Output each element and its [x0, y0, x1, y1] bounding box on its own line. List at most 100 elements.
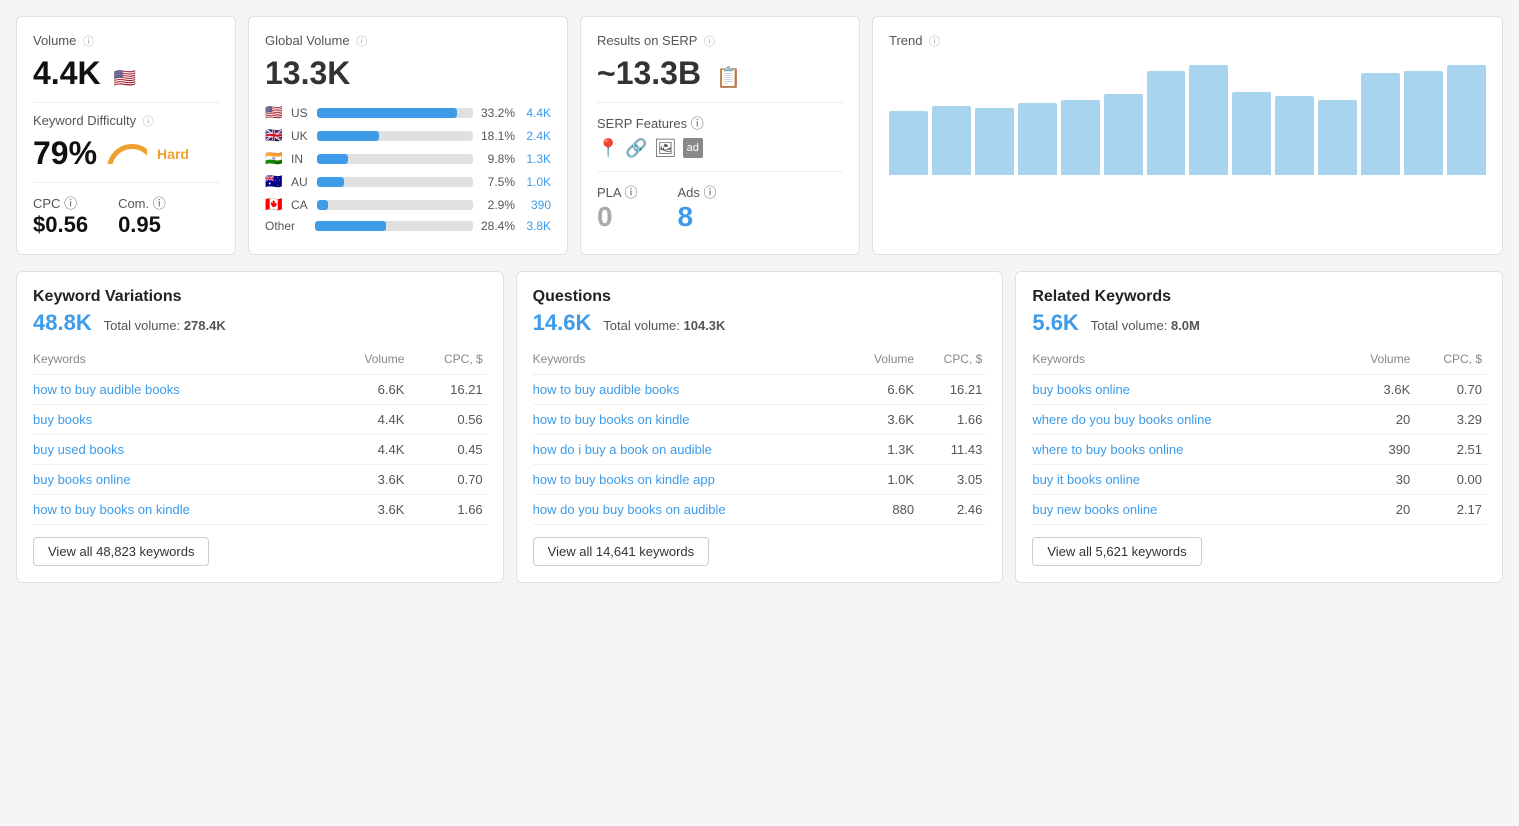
location-icon: 📍	[597, 138, 619, 159]
volume-cell: 30	[1340, 465, 1414, 495]
trend-info-icon[interactable]: ⓘ	[929, 36, 940, 48]
keyword-link[interactable]: how to buy audible books	[33, 382, 180, 397]
keyword-link[interactable]: buy books	[33, 412, 92, 427]
serp-divider	[597, 102, 843, 103]
keyword-link[interactable]: how to buy books on kindle	[533, 412, 690, 427]
keyword-cell: where to buy books online	[1032, 435, 1340, 465]
country-flag: 🇮🇳	[265, 150, 285, 167]
volume-cell: 3.6K	[1340, 375, 1414, 405]
com-info-icon[interactable]: ⓘ	[153, 196, 166, 211]
keyword-cell: how to buy audible books	[33, 375, 328, 405]
keyword-link[interactable]: how do i buy a book on audible	[533, 442, 712, 457]
com-label: Com. ⓘ	[118, 193, 166, 212]
trend-bar	[1189, 65, 1228, 175]
questions-table: Keywords Volume CPC, $ how to buy audibl…	[533, 348, 987, 525]
keyword-link[interactable]: buy used books	[33, 442, 124, 457]
related-view-all-button[interactable]: View all 5,621 keywords	[1032, 537, 1201, 566]
keyword-link[interactable]: buy books online	[33, 472, 131, 487]
country-vol: 2.4K	[521, 129, 551, 143]
volume-cell: 3.6K	[328, 465, 409, 495]
country-vol: 4.4K	[521, 106, 551, 120]
bar-track	[317, 154, 473, 164]
kd-info-icon[interactable]: ⓘ	[143, 116, 154, 128]
ads-label-text: Ads	[678, 185, 700, 200]
bar-track	[317, 177, 473, 187]
pla-info-icon[interactable]: ⓘ	[624, 185, 637, 200]
other-label: Other	[265, 219, 309, 233]
keyword-link[interactable]: where do you buy books online	[1032, 412, 1211, 427]
table-row: buy books 4.4K 0.56	[33, 405, 487, 435]
questions-header: Questions 14.6K Total volume: 104.3K	[533, 288, 987, 336]
keyword-cell: how to buy books on kindle app	[533, 465, 848, 495]
questions-view-all-button[interactable]: View all 14,641 keywords	[533, 537, 709, 566]
keyword-cell: buy books	[33, 405, 328, 435]
cpc-cell: 1.66	[408, 495, 486, 525]
country-vol: 390	[521, 198, 551, 212]
trend-bar	[1018, 103, 1057, 175]
table-row: buy books online 3.6K 0.70	[33, 465, 487, 495]
keyword-link[interactable]: how to buy books on kindle app	[533, 472, 715, 487]
cpc-cell: 0.70	[408, 465, 486, 495]
ads-label: Ads ⓘ	[678, 182, 717, 201]
volume-flag: 🇺🇸	[113, 68, 135, 88]
kd-difficulty: Hard	[157, 146, 189, 162]
bar-fill	[317, 177, 344, 187]
ads-info-icon[interactable]: ⓘ	[704, 185, 717, 200]
country-bar-item: 🇮🇳 IN 9.8% 1.3K	[265, 150, 551, 167]
trend-chart	[889, 55, 1486, 175]
cpc-cell: 0.56	[408, 405, 486, 435]
variations-col-keywords: Keywords	[33, 348, 328, 375]
volume-info-icon[interactable]: ⓘ	[83, 36, 94, 48]
cpc-item: CPC ⓘ $0.56	[33, 193, 88, 238]
trend-bar	[1061, 100, 1100, 175]
variations-header: Keyword Variations 48.8K Total volume: 2…	[33, 288, 487, 336]
cpc-info-icon[interactable]: ⓘ	[64, 196, 77, 211]
keyword-link[interactable]: buy it books online	[1032, 472, 1140, 487]
country-pct: 18.1%	[479, 129, 515, 143]
variations-view-all-button[interactable]: View all 48,823 keywords	[33, 537, 209, 566]
global-info-icon[interactable]: ⓘ	[356, 36, 367, 48]
country-code: US	[291, 106, 311, 120]
keyword-link[interactable]: buy books online	[1032, 382, 1130, 397]
variations-total-value: 278.4K	[184, 318, 226, 333]
keyword-link[interactable]: where to buy books online	[1032, 442, 1183, 457]
country-bar-item: 🇬🇧 UK 18.1% 2.4K	[265, 127, 551, 144]
country-code: CA	[291, 198, 311, 212]
trend-bar	[932, 106, 971, 175]
other-bar-track	[315, 221, 473, 231]
cpc-cell: 0.00	[1414, 465, 1486, 495]
keyword-link[interactable]: how to buy books on kindle	[33, 502, 190, 517]
volume-label: Volume ⓘ	[33, 33, 219, 49]
bar-track	[317, 131, 473, 141]
trend-bar	[1404, 71, 1443, 175]
global-label: Global Volume ⓘ	[265, 33, 551, 49]
trend-bar	[1232, 92, 1271, 175]
country-code: AU	[291, 175, 311, 189]
image-icon: 🖼	[654, 138, 677, 159]
volume-cell: 6.6K	[328, 375, 409, 405]
related-total-value: 8.0M	[1171, 318, 1200, 333]
keyword-cell: how do you buy books on audible	[533, 495, 848, 525]
cpc-cell: 3.29	[1414, 405, 1486, 435]
variations-title: Keyword Variations	[33, 288, 487, 306]
kd-arc	[107, 144, 147, 164]
keyword-link[interactable]: buy new books online	[1032, 502, 1157, 517]
global-value: 13.3K	[265, 55, 551, 92]
related-col-cpc: CPC, $	[1414, 348, 1486, 375]
kd-row: 79% Hard	[33, 135, 219, 172]
variations-table: Keywords Volume CPC, $ how to buy audibl…	[33, 348, 487, 525]
country-bar-list: 🇺🇸 US 33.2% 4.4K 🇬🇧 UK 18.1% 2.4K 🇮🇳 IN …	[265, 104, 551, 213]
com-label-text: Com.	[118, 196, 149, 211]
serp-label-text: Results on SERP	[597, 33, 697, 48]
serp-info-icon[interactable]: ⓘ	[704, 36, 715, 48]
serp-divider2	[597, 171, 843, 172]
global-label-text: Global Volume	[265, 33, 350, 48]
serp-features-text: SERP Features	[597, 116, 687, 131]
volume-cell: 880	[848, 495, 918, 525]
keyword-link[interactable]: how do you buy books on audible	[533, 502, 726, 517]
divider-1	[33, 102, 219, 103]
serp-features-info-icon[interactable]: ⓘ	[691, 116, 704, 131]
keyword-cell: buy books online	[33, 465, 328, 495]
ads-value: 8	[678, 201, 717, 233]
keyword-link[interactable]: how to buy audible books	[533, 382, 680, 397]
